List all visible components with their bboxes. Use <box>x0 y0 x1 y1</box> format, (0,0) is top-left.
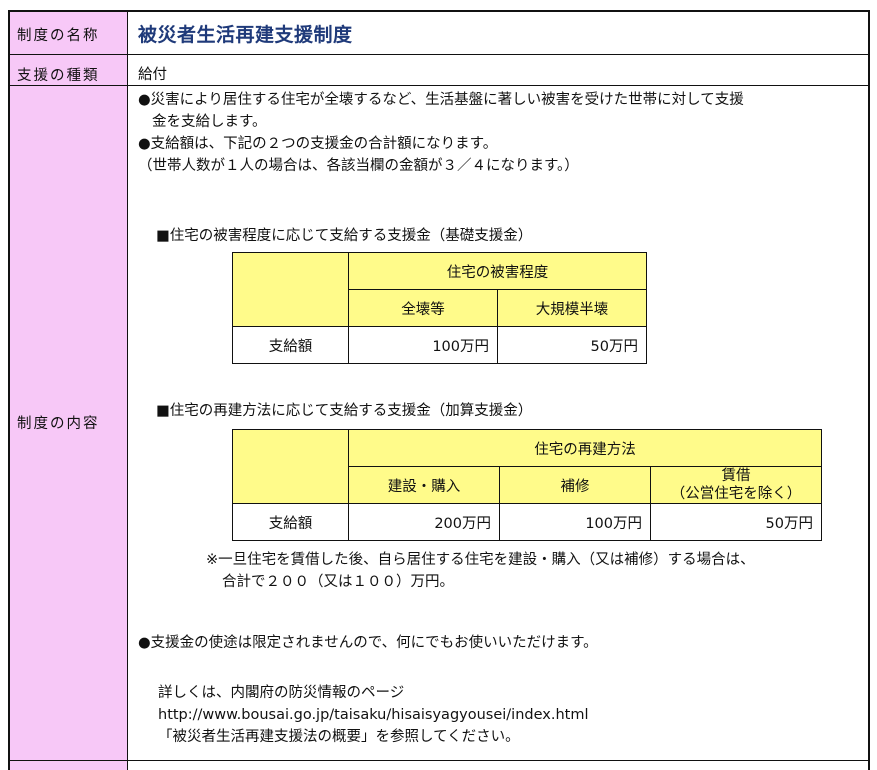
table-cell: 100万円 <box>348 326 498 364</box>
table-header: 住宅の再建方法 <box>348 429 822 467</box>
label-column <box>10 12 128 770</box>
column-header: 全壊等 <box>348 289 498 327</box>
text-line: 詳しくは、内閣府の防災情報のページ <box>158 685 405 701</box>
note: ※一旦住宅を賃借した後、自ら居住する住宅を建設・購入（又は補修）する場合は、 合… <box>206 549 755 593</box>
info-table: 制度の名称 支援の種類 制度の内容 被災者生活再建支援制度 給付 ●災害により居… <box>8 10 870 770</box>
usage-paragraph: ●支援金の使途は限定されませんので、何にでもお使いいただけます。 <box>138 635 598 651</box>
text-line: 金を支給します。 <box>152 114 267 130</box>
text-line: （世帯人数が１人の場合は、各該当欄の金額が３／４になります。） <box>138 158 579 174</box>
table-cell: 200万円 <box>348 503 500 541</box>
basic-support-table: 住宅の被害程度 全壊等 大規模半壊 支給額 100万円 50万円 <box>232 252 647 364</box>
column-header: 補修 <box>499 466 651 504</box>
table-cell: 100万円 <box>499 503 651 541</box>
additional-support-table: 住宅の再建方法 建設・購入 補修 賃借 （公営住宅を除く） 支給額 200万円 … <box>232 429 822 541</box>
section2-title: ■住宅の再建方法に応じて支給する支援金（加算支援金） <box>156 403 533 419</box>
text-line: ●支給額は、下記の２つの支援金の合計額になります。 <box>138 136 498 152</box>
table-header: 住宅の被害程度 <box>348 252 647 290</box>
content-label: 制度の内容 <box>17 416 100 432</box>
table-cell: 50万円 <box>497 326 647 364</box>
table-cell: 50万円 <box>650 503 822 541</box>
empty-header-cell <box>232 429 349 504</box>
row-divider <box>10 85 868 86</box>
support-type: 給付 <box>138 67 167 83</box>
row-label: 支給額 <box>232 326 349 364</box>
column-header: 大規模半壊 <box>497 289 647 327</box>
text-line: ●災害により居住する住宅が全壊するなど、生活基盤に著しい被害を受けた世帯に対して… <box>138 92 744 108</box>
empty-header-cell <box>232 252 349 327</box>
row-divider <box>10 760 868 761</box>
row-divider <box>10 54 868 55</box>
type-label: 支援の種類 <box>17 68 100 84</box>
column-header: 建設・購入 <box>348 466 500 504</box>
text-line: ※一旦住宅を賃借した後、自ら居住する住宅を建設・購入（又は補修）する場合は、 <box>206 552 755 568</box>
column-header-line: 賃借 <box>721 468 751 484</box>
text-line: 「被災者生活再建支援法の概要」を参照してください。 <box>158 729 520 745</box>
detail-paragraph: 詳しくは、内閣府の防災情報のページ http://www.bousai.go.j… <box>158 682 588 748</box>
system-name: 被災者生活再建支援制度 <box>138 24 353 46</box>
paragraph-1: ●災害により居住する住宅が全壊するなど、生活基盤に著しい被害を受けた世帯に対して… <box>138 89 744 177</box>
reference-link[interactable]: http://www.bousai.go.jp/taisaku/hisaisya… <box>158 704 588 726</box>
column-header-line: （公営住宅を除く） <box>670 486 802 502</box>
text-line: 合計で２００（又は１００）万円。 <box>222 574 454 590</box>
section1-title: ■住宅の被害程度に応じて支給する支援金（基礎支援金） <box>156 228 533 244</box>
column-header: 賃借 （公営住宅を除く） <box>650 466 822 504</box>
row-label: 支給額 <box>232 503 349 541</box>
name-label: 制度の名称 <box>17 28 100 44</box>
